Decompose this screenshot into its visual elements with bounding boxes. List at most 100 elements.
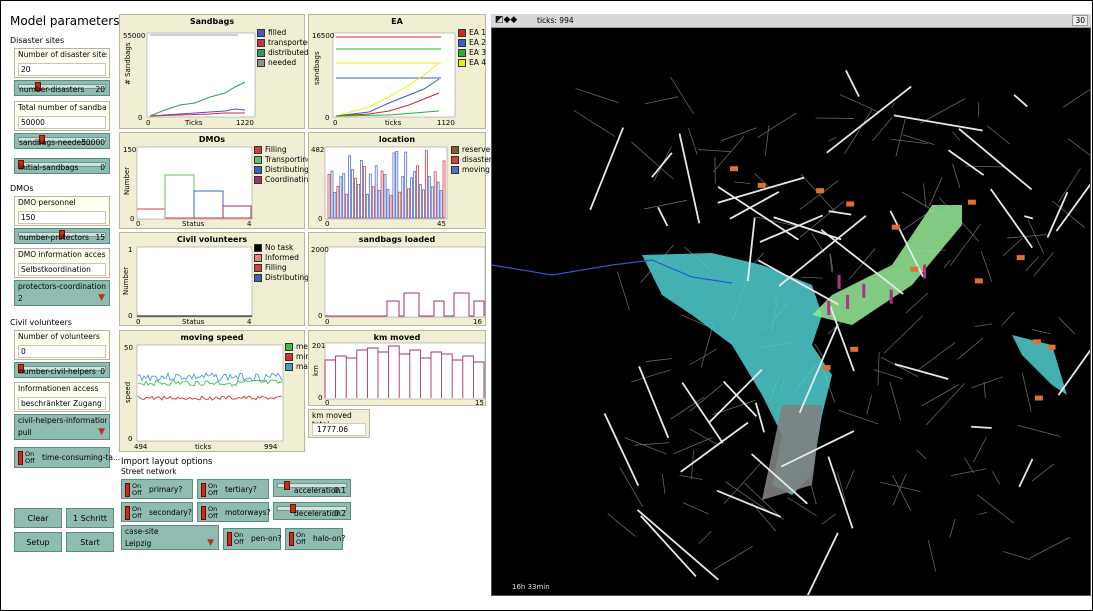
toggle-icon[interactable]: On Off — [125, 483, 145, 497]
minor-road — [883, 315, 923, 354]
dropdown-arrow-icon[interactable]: ▼ — [98, 427, 105, 437]
switch-label: secondary? — [149, 508, 192, 517]
minor-road — [1017, 424, 1061, 437]
acceleration-slider[interactable]: acceleration 0.1 — [273, 479, 351, 497]
location-plot: location 482 0 0 45 reserve disaster mov… — [308, 132, 492, 229]
minor-road — [905, 292, 929, 314]
x-min-label: 0 — [325, 318, 330, 326]
time-consuming-switch[interactable]: On Off time-consuming-ta... — [14, 447, 120, 468]
x-axis-label: ticks — [195, 443, 212, 451]
major-road — [1055, 183, 1090, 232]
number-protectors-slider[interactable]: number-protectors 15 — [14, 228, 110, 244]
major-road — [651, 152, 673, 178]
toggle-icon[interactable]: On Off — [201, 506, 221, 520]
minor-road — [970, 376, 1004, 389]
y-max-label: 201 — [312, 342, 326, 350]
km-moved-plot: km moved 201 0 km 0 15 — [308, 330, 486, 407]
primary-switch[interactable]: On Off primary? — [121, 479, 193, 499]
sandbags-needed-slider[interactable]: sandbags-needed... 50000 — [14, 133, 110, 149]
civil-volunteers-heading: Civil volunteers — [10, 318, 72, 327]
minor-road — [821, 513, 836, 525]
input-value[interactable]: Selbstkoordination — [18, 263, 106, 276]
toggle-icon[interactable]: On Off — [289, 532, 309, 546]
chooser-value: pull — [18, 428, 32, 437]
x-max-label: 4 — [247, 220, 252, 228]
input-label: DMO information acces — [18, 250, 106, 259]
minor-road — [843, 109, 873, 155]
total-sandbags-input[interactable]: Total number of sandbags nee 50000 — [14, 101, 110, 131]
input-value[interactable]: 20 — [18, 63, 106, 76]
evacuation-area — [762, 405, 822, 500]
civil-helpers-info-chooser[interactable]: civil-helpers-information-ac... pull ▼ — [14, 414, 110, 440]
minor-road — [1031, 329, 1051, 335]
minor-road — [828, 136, 837, 142]
minor-road — [1027, 219, 1045, 254]
y-max-label: 16500 — [312, 32, 335, 40]
dmo-personnel-input[interactable]: DMO personnel 150 — [14, 196, 110, 226]
deceleration-slider[interactable]: deceleration 0.2 — [273, 502, 351, 520]
minor-road — [723, 463, 761, 504]
major-road — [828, 210, 852, 216]
minor-road — [799, 180, 839, 210]
case-site-chooser[interactable]: case-site Leipzig ▼ — [121, 525, 219, 550]
num-volunteers-input[interactable]: Number of volunteers 0 — [14, 330, 110, 360]
slider-value: 50000 — [81, 138, 105, 147]
initial-sandbags-slider[interactable]: initial-sandbags 0 — [14, 158, 110, 174]
x-axis-label: Ticks — [185, 119, 203, 127]
switch-label: halo-on? — [313, 534, 346, 543]
minor-road — [920, 98, 966, 124]
input-value[interactable]: 150 — [18, 211, 106, 224]
world-view[interactable]: 16h 33min — [491, 14, 1091, 596]
slider-thumb[interactable] — [284, 481, 290, 490]
minor-road — [964, 457, 975, 474]
halo-on-switch[interactable]: On Off halo-on? — [285, 528, 346, 550]
dropdown-arrow-icon[interactable]: ▼ — [98, 293, 105, 303]
minor-road — [698, 530, 712, 545]
site-marker — [837, 274, 841, 289]
num-disaster-sites-input[interactable]: Number of disaster sites 20 — [14, 48, 110, 78]
major-road — [958, 128, 1033, 191]
x-max-label: 1220 — [236, 119, 254, 127]
major-road — [971, 425, 992, 429]
minor-road — [877, 352, 880, 386]
one-step-button[interactable]: 1 Schritt — [66, 508, 114, 528]
start-button[interactable]: Start — [66, 532, 114, 552]
number-civil-helpers-slider[interactable]: number-civil-helpers 0 — [14, 362, 110, 378]
motorways-switch[interactable]: On Off motorways? — [197, 502, 271, 522]
input-value[interactable]: beschränkter Zugang — [18, 397, 106, 410]
y-min-label: 0 — [318, 312, 323, 320]
toggle-icon[interactable]: On Off — [125, 506, 145, 520]
major-road — [990, 188, 1034, 249]
minor-road — [848, 248, 876, 280]
minor-road — [891, 103, 895, 109]
slider-value: 0 — [100, 163, 105, 172]
input-value[interactable]: 0 — [18, 345, 106, 358]
input-value[interactable]: 50000 — [18, 116, 106, 129]
toggle-icon[interactable]: On Off — [201, 483, 221, 497]
toggle-icon[interactable]: On Off — [227, 532, 247, 546]
dmo-info-access-input[interactable]: DMO information acces Selbstkoordination — [14, 248, 110, 278]
major-road — [636, 509, 719, 581]
toggle-icon[interactable]: On Off — [18, 451, 38, 465]
y-max-label: 50 — [124, 344, 133, 352]
protectors-coordination-chooser[interactable]: protectors-coordination 2 ▼ — [14, 280, 110, 306]
y-max-label: 150 — [123, 146, 137, 154]
view-controls-icon[interactable]: ◩◆◆ — [495, 15, 517, 25]
y-min-label: 0 — [128, 312, 133, 320]
number-disasters-slider[interactable]: number-disasters 20 — [14, 80, 110, 96]
tertiary-switch[interactable]: On Off tertiary? — [197, 479, 269, 499]
dropdown-arrow-icon[interactable]: ▼ — [207, 538, 214, 548]
monitor-value: 1777.06 — [312, 423, 366, 436]
minor-road — [866, 395, 872, 415]
minor-road — [978, 511, 988, 515]
info-access-input[interactable]: Informationen access beschränkter Zugang — [14, 382, 110, 412]
y-axis-label: km — [312, 365, 320, 376]
secondary-switch[interactable]: On Off secondary? — [121, 502, 193, 522]
speed-field[interactable]: 30 — [1072, 15, 1088, 26]
clear-button[interactable]: Clear — [14, 508, 62, 528]
x-max-label: 4 — [247, 318, 252, 326]
minor-road — [616, 271, 630, 311]
pen-on-switch[interactable]: On Off pen-on? — [223, 528, 281, 550]
major-road — [603, 413, 640, 486]
setup-button[interactable]: Setup — [14, 532, 62, 552]
